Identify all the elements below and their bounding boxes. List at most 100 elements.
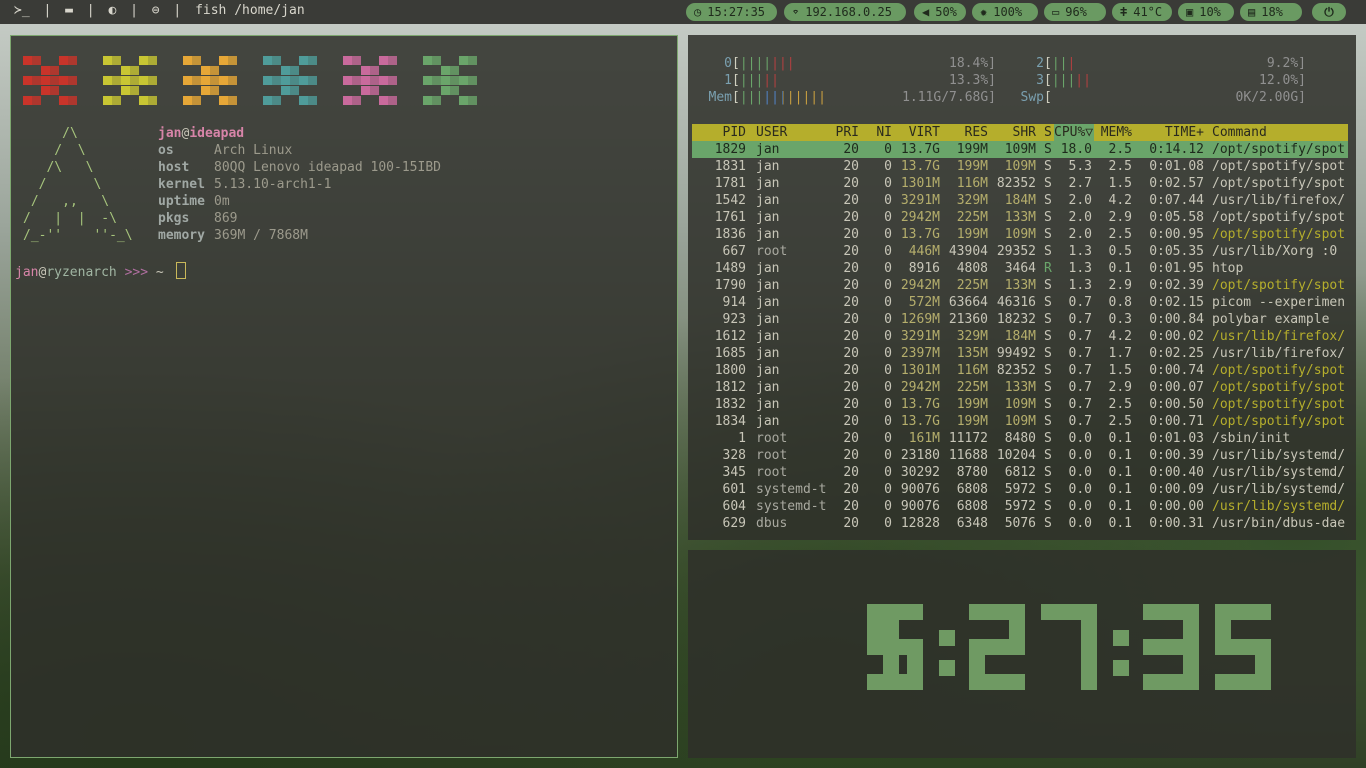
cell-virt: 3291M [900,329,940,344]
cell-command: /opt/spotify/spot [1212,176,1346,191]
cell-virt: 13.7G [900,142,940,157]
col-shr[interactable]: SHR [992,124,1036,141]
cell-mem: 0.1 [1108,516,1132,531]
cell-pid: 1 [738,431,746,446]
status-value: 15:27:35 [707,5,766,19]
process-row[interactable]: 667 root 20 0 446M 43904 29352 S 1.3 0.5 0:05.35/u… [692,243,1348,260]
cell-time: 0:00.00 [1149,499,1204,514]
cell-pri: 20 [843,397,859,412]
cell-state: S [1044,193,1052,208]
shell-prompt[interactable]: jan@ryzenarch >>> ~ [15,262,186,280]
info-row-host: host 80QQ Lenovo ideapad 100-15IBD [158,159,441,176]
cell-command: /usr/lib/firefox/ [1212,329,1346,344]
col-cpu[interactable]: CPU%▽ [1054,124,1094,141]
cell-shr: 6812 [1004,465,1036,480]
status-cpu-pill[interactable]: ▣ 10% [1178,3,1234,21]
cell-state: S [1044,312,1052,327]
cell-pri: 20 [843,193,859,208]
process-row[interactable]: 1489 jan 20 0 8916 4808 3464 R 1.3 0.1 0:01.95 htop [692,260,1348,277]
col-command[interactable]: Command [1212,124,1348,141]
cell-pid: 601 [722,482,746,497]
cell-ni: 0 [884,159,892,174]
cell-state: S [1044,142,1052,157]
cell-virt: 1301M [900,363,940,378]
process-row[interactable]: 1836 jan 20 0 13.7G 199M 109M S 2.0 2.5 0:00.95/op… [692,226,1348,243]
info-key: kernel [158,177,205,192]
cell-ni: 0 [884,516,892,531]
cell-command: /usr/lib/systemd/ [1212,465,1346,480]
top-bar: ≻_ | ▬ | ◐ | ⊜ | fish /home/jan ◷ 15:27:3… [0,0,1366,24]
status-brightness-pill[interactable]: ✹ 100% [972,3,1038,21]
cell-pri: 20 [843,176,859,191]
info-user: jan [158,126,182,141]
cell-mem: 2.5 [1108,159,1132,174]
col-user[interactable]: USER [756,124,787,141]
meter-label: 2 [1036,56,1044,71]
process-row[interactable]: 1812 jan 20 0 2942M 225M 133M S 0.7 2.9 0:00.07/op… [692,379,1348,396]
col-res[interactable]: RES [944,124,988,141]
col-virt[interactable]: VIRT [892,124,940,141]
status-clock-pill[interactable]: ◷ 15:27:35 [686,3,777,21]
cell-user: dbus [756,516,788,531]
folder-icon[interactable]: ▬ [65,3,73,18]
process-row[interactable]: 1790 jan 20 0 2942M 225M 133M S 1.3 2.9 0:02.39/op… [692,277,1348,294]
status-power-pill[interactable]: ⏻ [1312,3,1346,21]
status-thermometer-pill[interactable]: ǂ 41°C [1112,3,1172,21]
col-mem[interactable]: MEM% [1100,124,1132,141]
info-row-os: os Arch Linux [158,142,441,159]
process-row[interactable]: 1781 jan 20 0 1301M 116M 82352 S 2.7 1.5 0:02.57/o… [692,175,1348,192]
process-list[interactable]: 1829 jan 20 0 13.7G 199M 109M S 18.0 2.5 0:14.12/o… [692,141,1348,532]
browser-icon[interactable]: ◐ [108,3,116,18]
cell-pid: 1781 [714,176,746,191]
col-pri[interactable]: PRI [832,124,859,141]
status-volume-pill[interactable]: ◀ 50% [914,3,966,21]
process-row[interactable]: 601 systemd-t 20 0 90076 6808 5972 S 0.0 0.1 0:00.… [692,481,1348,498]
status-value: 192.168.0.25 [805,5,892,19]
cell-res: 4808 [956,261,988,276]
spotify-icon[interactable]: ⊜ [152,3,160,18]
process-row[interactable]: 1761 jan 20 0 2942M 225M 133M S 2.0 2.9 0:05.58/op… [692,209,1348,226]
status-memory-pill[interactable]: ▤ 18% [1240,3,1302,21]
process-row[interactable]: 1 root 20 0 161M 11172 8480 S 0.0 0.1 0:01.03/sbin… [692,430,1348,447]
col-state[interactable]: S [1044,124,1052,141]
cell-cpu: 0.0 [1068,516,1092,531]
process-row[interactable]: 1832 jan 20 0 13.7G 199M 109M S 0.7 2.5 0:00.50/op… [692,396,1348,413]
col-ni[interactable]: NI [868,124,892,141]
meter-bars: ||| [1051,56,1076,71]
col-pid[interactable]: PID [692,124,746,141]
status-wifi-pill[interactable]: ⌔ 192.168.0.25 [784,3,906,21]
process-row[interactable]: 1612 jan 20 0 3291M 329M 184M S 0.7 4.2 0:00.02/us… [692,328,1348,345]
cell-command: /opt/spotify/spot [1212,278,1346,293]
cell-shr: 18232 [996,312,1036,327]
process-row[interactable]: 1685 jan 20 0 2397M 135M 99492 S 0.7 1.7 0:02.25/u… [692,345,1348,362]
process-table-header[interactable]: PID USER PRI NI VIRT RES SHR S CPU%▽ MEM… [692,124,1348,141]
process-row[interactable]: 345 root 20 0 30292 8780 6812 S 0.0 0.1 0:00.40/us… [692,464,1348,481]
process-row[interactable]: 1831 jan 20 0 13.7G 199M 109M S 5.3 2.5 0:01.08/op… [692,158,1348,175]
process-row[interactable]: 604 systemd-t 20 0 90076 6808 5972 S 0.0 0.1 0:00.… [692,498,1348,515]
cell-pri: 20 [843,363,859,378]
cell-command: /usr/lib/systemd/ [1212,499,1346,514]
process-row[interactable]: 328 root 20 0 23180 11688 10204 S 0.0 0.1 0:00.39 /… [692,447,1348,464]
process-row[interactable]: 1542 jan 20 0 3291M 329M 184M S 2.0 4.2 0:07.44/us… [692,192,1348,209]
meter-bars: ||||||| [739,56,795,71]
cell-cpu: 0.7 [1068,363,1092,378]
process-row[interactable]: 1800 jan 20 0 1301M 116M 82352 S 0.7 1.5 0:00.74/o… [692,362,1348,379]
process-row[interactable]: 1834 jan 20 0 13.7G 199M 109M S 0.7 2.5 0:00.71/op… [692,413,1348,430]
prompt-arrows: >>> [116,265,149,280]
color-block [423,56,479,108]
terminal-window[interactable]: /\ / \ /\ \ / \ / ,, \ / | | -\ /_-'' ''… [10,35,678,758]
process-row[interactable]: 629 dbus 20 0 12828 6348 5076 S 0.0 0.1 0:00.31/us… [692,515,1348,532]
process-row[interactable]: 923 jan 20 0 1269M 21360 18232 S 0.7 0.3 0:00.84 po… [692,311,1348,328]
cell-cpu: 0.0 [1068,431,1092,446]
cell-virt: 8916 [908,261,940,276]
htop-window[interactable]: 0[||||||| 18.4%] 1[||||| 13.3%] Mem[||||||||… [688,35,1356,540]
process-row[interactable]: 1829 jan 20 0 13.7G 199M 109M S 18.0 2.5 0:14.12/o… [692,141,1348,158]
meter-0: 0[||||||| 18.4%] [706,55,996,72]
process-row[interactable]: 914 jan 20 0 572M 63664 46316 S 0.7 0.8 0:02.15 pic… [692,294,1348,311]
col-time[interactable]: TIME+ [1140,124,1204,141]
status-battery-pill[interactable]: ▭ 96% [1044,3,1106,21]
cell-pri: 20 [843,210,859,225]
terminal-icon[interactable]: ≻_ [14,3,30,18]
cell-time: 0:00.40 [1149,465,1204,480]
cell-time: 0:00.74 [1149,363,1204,378]
